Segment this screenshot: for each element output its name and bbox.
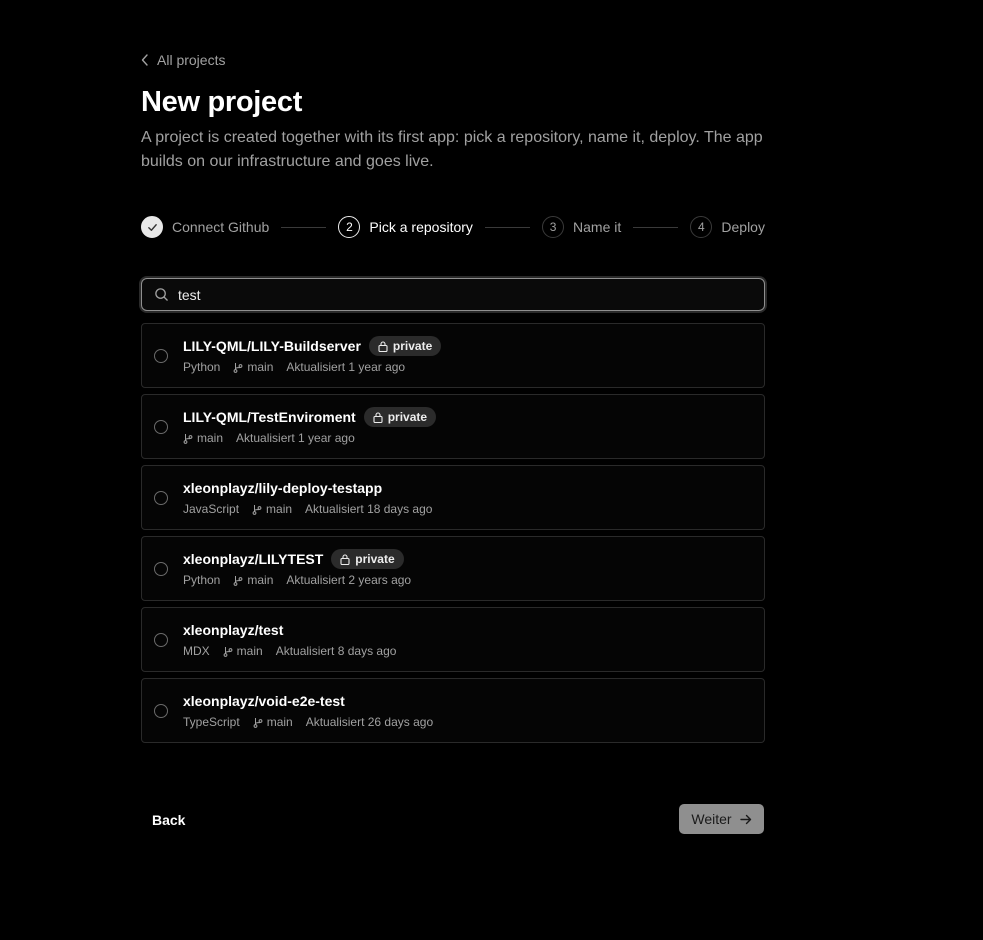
repository-updated: Aktualisiert 18 days ago: [305, 502, 433, 516]
repository-radio[interactable]: [154, 491, 168, 505]
repository-option[interactable]: LILY-QML/TestEnviroment private main Aktual…: [141, 394, 765, 459]
repository-title-row: LILY-QML/LILY-Buildserver private: [183, 336, 442, 356]
repository-option[interactable]: xleonplayz/test MDX main Aktualisiert 8 day…: [141, 607, 765, 672]
step-label: Connect Github: [172, 219, 270, 235]
lock-icon: [378, 340, 388, 352]
repository-meta: TypeScript main Aktualisiert 26 days ago: [183, 714, 433, 730]
repository-radio[interactable]: [154, 633, 168, 647]
repository-language: JavaScript: [183, 502, 240, 516]
repository-updated: Aktualisiert 26 days ago: [305, 715, 434, 729]
step-deploy: 4 Deploy: [690, 216, 765, 238]
repository-radio[interactable]: [154, 349, 168, 363]
git-branch-icon: [183, 433, 193, 444]
branch-name: main: [266, 715, 293, 729]
repository-meta: Python main Aktualisiert 1 year ago: [183, 359, 405, 375]
repository-updated: Aktualisiert 8 days ago: [275, 644, 397, 658]
step-connector: [281, 226, 327, 228]
step-number: 2: [338, 216, 361, 238]
page-title: New project: [141, 86, 303, 118]
step-name-it: 3 Name it: [542, 216, 621, 238]
branch-name: main: [197, 431, 224, 445]
repository-list: LILY-QML/LILY-Buildserver private Python ma…: [141, 323, 765, 749]
branch-name: main: [236, 644, 263, 658]
repository-language: TypeScript: [183, 715, 240, 729]
stepper: Connect Github 2 Pick a repository 3 Nam…: [141, 215, 765, 239]
repository-branch: main: [233, 573, 273, 587]
git-branch-icon: [233, 575, 243, 586]
repository-option[interactable]: xleonplayz/void-e2e-test TypeScript main Ak…: [141, 678, 765, 743]
repository-title-row: xleonplayz/lily-deploy-testapp: [183, 478, 382, 498]
lock-icon: [340, 553, 350, 565]
private-badge: private: [331, 549, 404, 569]
repository-search[interactable]: [141, 278, 765, 311]
step-label: Deploy: [721, 219, 765, 235]
next-button-label: Weiter: [691, 811, 732, 827]
git-branch-icon: [233, 362, 243, 373]
git-branch-icon: [253, 717, 263, 728]
repository-option[interactable]: LILY-QML/LILY-Buildserver private Python ma…: [141, 323, 765, 388]
branch-name: main: [247, 573, 274, 587]
repository-updated: Aktualisiert 1 year ago: [286, 360, 406, 374]
all-projects-label: All projects: [157, 52, 226, 68]
back-button[interactable]: Back: [141, 805, 196, 834]
repository-radio[interactable]: [154, 420, 168, 434]
step-label: Pick a repository: [369, 219, 473, 235]
repository-branch: main: [252, 502, 292, 516]
repository-radio[interactable]: [154, 562, 168, 576]
search-icon: [155, 288, 168, 301]
repository-name: LILY-QML/TestEnviroment: [183, 409, 356, 425]
repository-radio[interactable]: [154, 704, 168, 718]
check-icon: [147, 223, 157, 231]
repository-name: xleonplayz/lily-deploy-testapp: [183, 480, 383, 496]
arrow-right-icon: [739, 814, 751, 824]
repository-updated: Aktualisiert 1 year ago: [236, 431, 355, 445]
step-done-indicator: [141, 216, 163, 238]
repository-title-row: xleonplayz/test: [183, 620, 283, 640]
repository-meta: MDX main Aktualisiert 8 days ago: [183, 643, 396, 659]
chevron-left-icon: [141, 54, 148, 66]
step-number: 3: [542, 216, 565, 238]
step-label: Name it: [573, 219, 622, 235]
repository-branch: main: [223, 644, 263, 658]
private-badge: private: [368, 336, 442, 356]
git-branch-icon: [252, 504, 262, 515]
step-connect-github: Connect Github: [141, 216, 269, 238]
branch-name: main: [247, 360, 274, 374]
badge-label: private: [392, 339, 433, 353]
repository-meta: Python main Aktualisiert 2 years ago: [183, 572, 411, 588]
private-badge: private: [363, 407, 437, 427]
step-connector: [633, 226, 679, 228]
repository-language: Python: [183, 573, 221, 587]
all-projects-link[interactable]: All projects: [141, 52, 225, 68]
repository-option[interactable]: xleonplayz/lily-deploy-testapp JavaScript…: [141, 465, 765, 530]
repository-title-row: LILY-QML/TestEnviroment private: [183, 407, 437, 427]
repository-meta: main Aktualisiert 1 year ago: [183, 430, 355, 446]
repository-language: MDX: [183, 644, 210, 658]
lock-icon: [373, 411, 383, 423]
repository-branch: main: [183, 431, 223, 445]
repository-title-row: xleonplayz/void-e2e-test: [183, 691, 345, 711]
repository-name: xleonplayz/void-e2e-test: [183, 693, 345, 709]
repository-name: LILY-QML/LILY-Buildserver: [183, 338, 361, 354]
branch-name: main: [266, 502, 293, 516]
repository-language: Python: [183, 360, 221, 374]
search-input[interactable]: [178, 286, 764, 303]
page-description: A project is created together with its f…: [141, 129, 763, 170]
repository-name: xleonplayz/test: [183, 622, 284, 638]
repository-branch: main: [253, 715, 293, 729]
repository-branch: main: [233, 360, 273, 374]
badge-label: private: [387, 410, 428, 424]
step-connector: [484, 226, 531, 228]
repository-meta: JavaScript main Aktualisiert 18 days ago: [183, 501, 432, 517]
repository-option[interactable]: xleonplayz/LILYTEST private Python main Aktu…: [141, 536, 765, 601]
step-number: 4: [690, 216, 713, 238]
step-pick-repository: 2 Pick a repository: [338, 216, 473, 238]
badge-label: private: [355, 552, 395, 566]
git-branch-icon: [223, 646, 233, 657]
repository-name: xleonplayz/LILYTEST: [183, 551, 324, 567]
repository-updated: Aktualisiert 2 years ago: [286, 573, 412, 587]
next-button[interactable]: Weiter: [679, 804, 764, 834]
repository-title-row: xleonplayz/LILYTEST private: [183, 549, 404, 569]
